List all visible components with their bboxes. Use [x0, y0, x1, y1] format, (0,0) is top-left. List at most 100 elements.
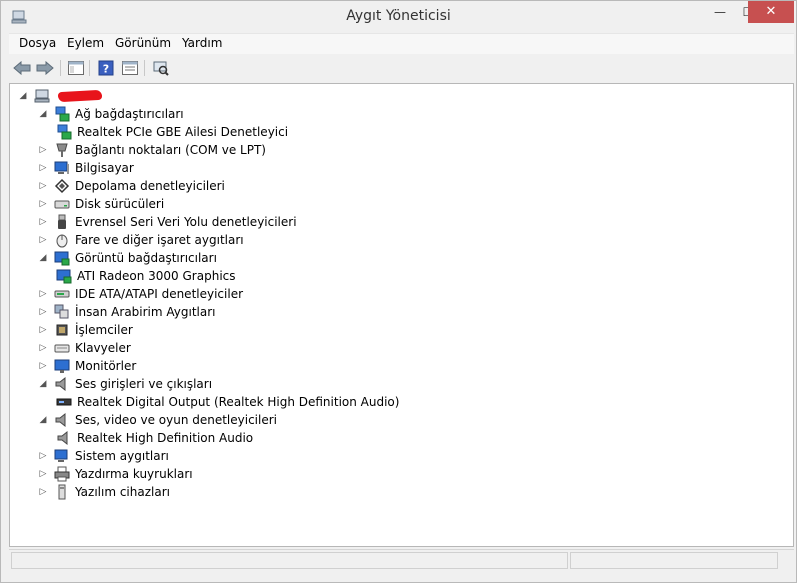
system-device-icon	[54, 448, 70, 464]
tree-item-label: Klavyeler	[75, 341, 131, 355]
expand-arrow-icon[interactable]: ▷	[38, 469, 48, 479]
tree-item-label: Sistem aygıtları	[75, 449, 169, 463]
collapse-arrow-icon[interactable]: ◢	[38, 415, 48, 425]
menu-bar: Dosya Eylem Görünüm Yardım	[9, 33, 794, 54]
expand-arrow-icon[interactable]: ▷	[38, 217, 48, 227]
tree-item-label: İşlemciler	[75, 323, 133, 337]
tree-category-item[interactable]: ▷ Sistem aygıtları	[38, 447, 169, 465]
status-cell-main	[11, 552, 568, 569]
network-adapter-icon	[54, 106, 70, 122]
tree-category-item[interactable]: ▷ Fare ve diğer işaret aygıtları	[38, 231, 244, 249]
expand-arrow-icon[interactable]: ▷	[38, 163, 48, 173]
mouse-icon	[54, 232, 70, 248]
tree-device-item[interactable]: Realtek Digital Output (Realtek High Def…	[56, 393, 399, 411]
tree-item-label: IDE ATA/ATAPI denetleyiciler	[75, 287, 244, 301]
port-icon	[54, 142, 70, 158]
tree-category-item[interactable]: ▷ Disk sürücüleri	[38, 195, 165, 213]
menu-gorunum[interactable]: Görünüm	[115, 36, 171, 50]
collapse-arrow-icon[interactable]: ◢	[38, 109, 48, 119]
tree-category-item[interactable]: ◢ Görüntü bağdaştırıcıları	[38, 249, 217, 267]
expand-arrow-icon[interactable]: ▷	[38, 361, 48, 371]
disk-icon	[54, 196, 70, 212]
tree-item-label: Ağ bağdaştırıcıları	[75, 107, 184, 121]
tree-category-item[interactable]: ▷ İnsan Arabirim Aygıtları	[38, 303, 216, 321]
tree-item-label: Depolama denetleyicileri	[75, 179, 225, 193]
toolbar-separator	[144, 60, 145, 76]
back-icon[interactable]	[12, 58, 32, 78]
tree-device-item[interactable]: Realtek High Definition Audio	[56, 429, 253, 447]
menu-yardim[interactable]: Yardım	[182, 36, 222, 50]
hid-icon	[54, 304, 70, 320]
toolbar-separator	[60, 60, 61, 76]
tree-category-item[interactable]: ▷ İşlemciler	[38, 321, 133, 339]
tree-item-label: Bilgisayar	[75, 161, 134, 175]
tree-category-item[interactable]: ▷ IDE ATA/ATAPI denetleyiciler	[38, 285, 243, 303]
expand-arrow-icon[interactable]: ▷	[38, 289, 48, 299]
tree-root[interactable]: ◢	[18, 87, 55, 105]
tree-item-label: Ses girişleri ve çıkışları	[75, 377, 213, 391]
collapse-arrow-icon[interactable]: ◢	[18, 91, 28, 101]
tree-category-item[interactable]: ▷ Yazdırma kuyrukları	[38, 465, 193, 483]
expand-arrow-icon[interactable]: ▷	[38, 307, 48, 317]
tree-category-item[interactable]: ◢ Ses, video ve oyun denetleyicileri	[38, 411, 277, 429]
audio-output-icon	[56, 394, 72, 410]
speaker-icon	[54, 376, 70, 392]
window-title: Aygıt Yöneticisi	[346, 8, 451, 24]
status-bar	[9, 549, 794, 572]
properties-icon[interactable]	[120, 58, 140, 78]
tree-device-item[interactable]: Realtek PCIe GBE Ailesi Denetleyici	[56, 123, 288, 141]
expand-arrow-icon[interactable]: ▷	[38, 235, 48, 245]
tree-item-label: Yazdırma kuyrukları	[75, 467, 193, 481]
close-button[interactable]: ✕	[748, 1, 794, 23]
status-cell-secondary	[570, 552, 778, 569]
expand-arrow-icon[interactable]: ▷	[38, 181, 48, 191]
expand-arrow-icon[interactable]: ▷	[38, 199, 48, 209]
ide-icon	[54, 286, 70, 302]
collapse-arrow-icon[interactable]: ◢	[38, 253, 48, 263]
title-bar[interactable]: Aygıt Yöneticisi — ☐ ✕	[1, 1, 796, 33]
tree-category-item[interactable]: ▷ Bilgisayar	[38, 159, 134, 177]
tree-category-item[interactable]: ▷ Yazılım cihazları	[38, 483, 170, 501]
monitor-icon	[54, 358, 70, 374]
tree-item-label: Realtek Digital Output (Realtek High Def…	[77, 395, 400, 409]
speaker-icon	[56, 430, 72, 446]
display-adapter-icon	[56, 268, 72, 284]
tree-category-item[interactable]: ▷ Evrensel Seri Veri Yolu denetleyicileri	[38, 213, 297, 231]
speaker-icon	[54, 412, 70, 428]
expand-arrow-icon[interactable]: ▷	[38, 451, 48, 461]
expand-arrow-icon[interactable]: ▷	[38, 145, 48, 155]
expand-arrow-icon[interactable]: ▷	[38, 487, 48, 497]
tree-category-item[interactable]: ▷ Depolama denetleyicileri	[38, 177, 225, 195]
collapse-arrow-icon[interactable]: ◢	[38, 379, 48, 389]
menu-eylem[interactable]: Eylem	[67, 36, 104, 50]
display-adapter-icon	[54, 250, 70, 266]
tree-category-item[interactable]: ▷ Klavyeler	[38, 339, 131, 357]
tree-item-label: Realtek PCIe GBE Ailesi Denetleyici	[77, 125, 289, 139]
expand-arrow-icon[interactable]: ▷	[38, 343, 48, 353]
console-tree-icon[interactable]	[66, 58, 86, 78]
expand-arrow-icon[interactable]: ▷	[38, 325, 48, 335]
tree-category-item[interactable]: ▷ Monitörler	[38, 357, 136, 375]
tree-item-label: Realtek High Definition Audio	[77, 431, 254, 445]
keyboard-icon	[54, 340, 70, 356]
tree-category-item[interactable]: ▷ Bağlantı noktaları (COM ve LPT)	[38, 141, 266, 159]
tree-item-label: Evrensel Seri Veri Yolu denetleyicileri	[75, 215, 297, 229]
forward-icon[interactable]	[35, 58, 55, 78]
svg-text:?: ?	[103, 63, 109, 76]
toolbar: ?	[9, 55, 794, 81]
tree-item-label: Görüntü bağdaştırıcıları	[75, 251, 217, 265]
tree-category-item[interactable]: ◢ Ağ bağdaştırıcıları	[38, 105, 184, 123]
processor-icon	[54, 322, 70, 338]
software-device-icon	[54, 484, 70, 500]
menu-dosya[interactable]: Dosya	[19, 36, 56, 50]
tree-category-item[interactable]: ◢ Ses girişleri ve çıkışları	[38, 375, 212, 393]
tree-item-label: Yazılım cihazları	[75, 485, 170, 499]
usb-icon	[54, 214, 70, 230]
scan-hardware-icon[interactable]	[151, 58, 171, 78]
device-tree[interactable]: ◢ ◢ Ağ bağdaştırıcıları Realtek PCIe GBE A…	[9, 83, 794, 547]
device-manager-window: Aygıt Yöneticisi — ☐ ✕ Dosya Eylem Görün…	[0, 0, 797, 583]
help-icon[interactable]: ?	[96, 58, 116, 78]
tree-item-label: ATI Radeon 3000 Graphics	[77, 269, 236, 283]
tree-device-item[interactable]: ATI Radeon 3000 Graphics	[56, 267, 236, 285]
minimize-button[interactable]: —	[706, 1, 734, 23]
